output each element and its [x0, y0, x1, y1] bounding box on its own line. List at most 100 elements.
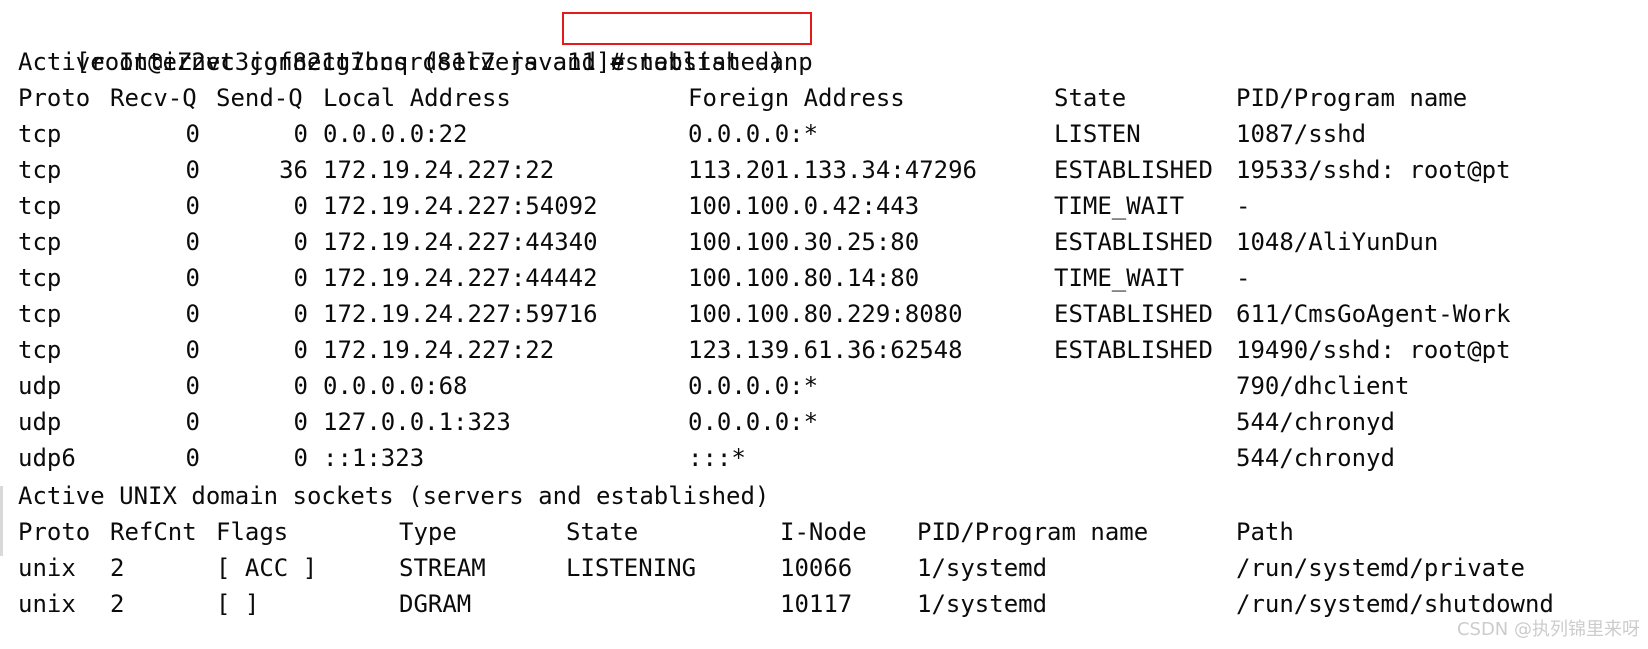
- unix-header-state: State: [566, 518, 639, 546]
- inet-local: 0.0.0.0:22: [323, 120, 468, 148]
- inet-recvq: 0: [185, 300, 200, 328]
- unix-pid: 1/systemd: [917, 554, 1048, 582]
- inet-pid: -: [1236, 192, 1251, 220]
- unix-row: unix 2 [ ] DGRAM 10117 1/systemd /run/sy…: [18, 586, 1554, 622]
- inet-foreign: 100.100.80.14:80: [688, 264, 920, 292]
- inet-pid: 19490/sshd: root@pt: [1236, 336, 1511, 364]
- unix-proto: unix: [18, 590, 76, 618]
- inet-state: TIME_WAIT: [1054, 264, 1185, 292]
- unix-inode: 10066: [780, 554, 853, 582]
- unix-header-type: Type: [399, 518, 457, 546]
- inet-proto: udp6: [18, 444, 76, 472]
- inet-state: LISTEN: [1054, 120, 1141, 148]
- unix-path: /run/systemd/private: [1236, 554, 1525, 582]
- inet-proto: udp: [18, 408, 62, 436]
- inet-row: tcp 0 36 172.19.24.227:22 113.201.133.34…: [18, 152, 1511, 188]
- inet-recvq: 0: [185, 192, 200, 220]
- inet-proto: tcp: [18, 156, 62, 184]
- inet-local: 0.0.0.0:68: [323, 372, 468, 400]
- unix-flags: [ ]: [216, 590, 260, 618]
- inet-foreign: 0.0.0.0:*: [688, 120, 819, 148]
- inet-local: 172.19.24.227:22: [323, 156, 555, 184]
- inet-foreign: 0.0.0.0:*: [688, 372, 819, 400]
- inet-foreign: 100.100.0.42:443: [688, 192, 920, 220]
- inet-recvq: 0: [185, 156, 200, 184]
- command-highlight-box: [562, 12, 812, 45]
- inet-foreign: :::*: [688, 444, 746, 472]
- inet-sendq: 0: [293, 264, 308, 292]
- inet-state: ESTABLISHED: [1054, 228, 1213, 256]
- unix-header-path: Path: [1236, 518, 1294, 546]
- unix-section-title: Active UNIX domain sockets (servers and …: [18, 482, 770, 510]
- inet-recvq: 0: [185, 264, 200, 292]
- inet-proto: tcp: [18, 192, 62, 220]
- unix-header-flags: Flags: [216, 518, 289, 546]
- inet-proto: tcp: [18, 336, 62, 364]
- inet-foreign: 100.100.30.25:80: [688, 228, 920, 256]
- inet-recvq: 0: [185, 444, 200, 472]
- inet-recvq: 0: [185, 408, 200, 436]
- unix-header-pid: PID/Program name: [917, 518, 1149, 546]
- inet-proto: udp: [18, 372, 62, 400]
- inet-proto: tcp: [18, 264, 62, 292]
- inet-sendq: 36: [279, 156, 308, 184]
- unix-type: DGRAM: [399, 590, 472, 618]
- unix-state: LISTENING: [566, 554, 697, 582]
- inet-local: 127.0.0.1:323: [323, 408, 511, 436]
- inet-recvq: 0: [185, 120, 200, 148]
- inet-header-row: Proto Recv-Q Send-Q Local Address Foreig…: [18, 80, 1467, 116]
- inet-local: 172.19.24.227:59716: [323, 300, 598, 328]
- unix-header-proto: Proto: [18, 518, 91, 546]
- inet-proto: tcp: [18, 120, 62, 148]
- inet-sendq: 0: [293, 336, 308, 364]
- unix-header-refcnt: RefCnt: [110, 518, 197, 546]
- inet-pid: 19533/sshd: root@pt: [1236, 156, 1511, 184]
- unix-header-row: Proto RefCnt Flags Type State I-Node PID…: [18, 514, 1294, 550]
- inet-header-foreign: Foreign Address: [688, 84, 905, 112]
- inet-header-pid: PID/Program name: [1236, 84, 1468, 112]
- unix-inode: 10117: [780, 590, 853, 618]
- inet-row: tcp 0 0 172.19.24.227:22 123.139.61.36:6…: [18, 332, 1511, 368]
- inet-local: 172.19.24.227:22: [323, 336, 555, 364]
- inet-state: ESTABLISHED: [1054, 156, 1213, 184]
- inet-local: 172.19.24.227:44442: [323, 264, 598, 292]
- inet-row: udp 0 0 127.0.0.1:323 0.0.0.0:* 544/chro…: [18, 404, 1395, 440]
- inet-sendq: 0: [293, 120, 308, 148]
- clipped-previous-line: [590, 0, 1226, 8]
- unix-proto: unix: [18, 554, 76, 582]
- inet-state: ESTABLISHED: [1054, 300, 1213, 328]
- inet-sendq: 0: [293, 372, 308, 400]
- inet-header-sendq: Send-Q: [216, 84, 303, 112]
- inet-row: tcp 0 0 172.19.24.227:59716 100.100.80.2…: [18, 296, 1511, 332]
- inet-proto: tcp: [18, 228, 62, 256]
- inet-row: udp 0 0 0.0.0.0:68 0.0.0.0:* 790/dhclien…: [18, 368, 1409, 404]
- terminal-window: [root@iZ2vc3jgf821g7hcqrd81lZ java11]# n…: [0, 0, 1648, 649]
- csdn-watermark: CSDN @执列锦里来呀: [1456, 619, 1640, 640]
- inet-proto: tcp: [18, 300, 62, 328]
- inet-sendq: 0: [293, 228, 308, 256]
- inet-state: TIME_WAIT: [1054, 192, 1185, 220]
- inet-state: ESTABLISHED: [1054, 336, 1213, 364]
- inet-recvq: 0: [185, 228, 200, 256]
- inet-header-proto: Proto: [18, 84, 91, 112]
- inet-section-title: Active Internet connections (servers and…: [18, 48, 784, 76]
- unix-type: STREAM: [399, 554, 486, 582]
- unix-row: unix 2 [ ACC ] STREAM LISTENING 10066 1/…: [18, 550, 1525, 586]
- inet-foreign: 100.100.80.229:8080: [688, 300, 963, 328]
- left-edge-marker: [0, 486, 3, 556]
- unix-header-inode: I-Node: [780, 518, 867, 546]
- inet-local: ::1:323: [323, 444, 425, 472]
- inet-row: tcp 0 0 172.19.24.227:44442 100.100.80.1…: [18, 260, 1250, 296]
- inet-header-state: State: [1054, 84, 1127, 112]
- inet-row: tcp 0 0 172.19.24.227:44340 100.100.30.2…: [18, 224, 1438, 260]
- inet-sendq: 0: [293, 192, 308, 220]
- inet-sendq: 0: [293, 444, 308, 472]
- inet-sendq: 0: [293, 408, 308, 436]
- inet-recvq: 0: [185, 336, 200, 364]
- inet-recvq: 0: [185, 372, 200, 400]
- inet-row: udp6 0 0 ::1:323 :::* 544/chronyd: [18, 440, 1395, 476]
- inet-pid: 544/chronyd: [1236, 408, 1395, 436]
- inet-pid: 1048/AliYunDun: [1236, 228, 1439, 256]
- inet-pid: 544/chronyd: [1236, 444, 1395, 472]
- inet-header-local: Local Address: [323, 84, 511, 112]
